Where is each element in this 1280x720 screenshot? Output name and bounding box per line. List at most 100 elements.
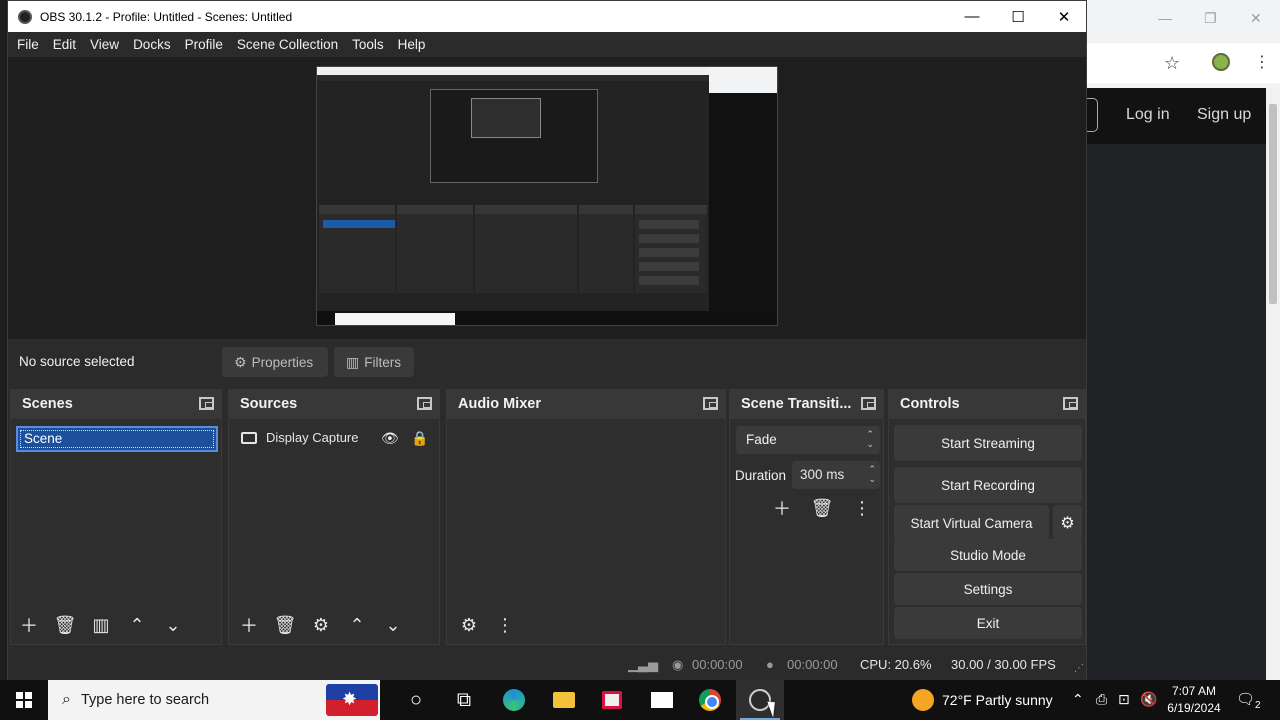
controls-dock-header[interactable]: Controls [889,389,1085,419]
advanced-audio-gear-icon[interactable]: ⚙ [451,610,487,640]
file-explorer-app[interactable] [540,680,588,720]
fps-readout: 30.00 / 30.00 FPS [951,657,1056,672]
scene-transitions-dock: Scene Transiti... Fade ⌃ ⌄ Duration 300 m… [729,389,884,645]
login-link[interactable]: Log in [1126,106,1170,124]
title-bar[interactable]: OBS 30.1.2 - Profile: Untitled - Scenes:… [8,1,1086,32]
menu-profile[interactable]: Profile [178,37,230,52]
source-item-display-capture[interactable]: Display Capture [241,430,359,445]
browser-menu-icon[interactable]: ⋮ [1254,52,1270,72]
add-transition-icon[interactable]: ＋ [764,493,800,523]
browser-close-icon[interactable]: ✕ [1250,10,1262,27]
move-down-icon[interactable]: ⌄ [375,610,411,640]
cortana-icon[interactable]: ○ [392,680,440,720]
add-scene-icon[interactable]: ＋ [11,610,47,640]
scenes-dock-header[interactable]: Scenes [11,389,221,419]
menu-file[interactable]: File [10,37,46,52]
extension-icon[interactable] [1212,53,1230,71]
controls-title: Controls [900,396,960,412]
record-status-icon: ● [766,657,774,672]
menu-docks[interactable]: Docks [126,37,178,52]
browser-scrollbar-thumb[interactable] [1269,104,1277,304]
network-icon[interactable]: ⊡ [1118,691,1130,708]
transitions-title: Scene Transiti... [741,396,852,412]
undock-icon[interactable] [199,397,214,410]
transitions-dock-header[interactable]: Scene Transiti... [730,389,883,419]
signup-link[interactable]: Sign up [1197,106,1251,124]
undock-icon[interactable] [1063,397,1078,410]
close-button[interactable]: ✕ [1041,1,1087,32]
preview-canvas[interactable] [316,66,778,326]
undock-icon[interactable] [417,397,432,410]
taskbar-clock[interactable]: 7:07 AM 6/19/2024 [1160,683,1228,717]
virtual-camera-gear-icon[interactable]: ⚙ [1053,505,1082,541]
scene-list-item[interactable]: Scene [16,426,218,452]
move-up-icon[interactable]: ⌃ [339,610,375,640]
remove-transition-icon[interactable]: 🗑 [804,493,840,523]
mail-icon [651,692,673,708]
properties-button[interactable]: ⚙ Properties [222,347,328,377]
search-highlight-image[interactable] [326,684,378,716]
chrome-app[interactable] [686,680,734,720]
weather-text: 72°F Partly sunny [942,692,1053,708]
undock-icon[interactable] [703,397,718,410]
store-app[interactable] [588,680,636,720]
spin-arrows-icon[interactable]: ⌃ ⌄ [868,464,876,484]
remove-source-icon[interactable]: 🗑 [267,610,303,640]
notification-center-icon[interactable]: 🗨2 [1236,690,1261,711]
settings-button[interactable]: Settings [894,573,1082,605]
move-down-icon[interactable]: ⌄ [155,610,191,640]
no-source-label: No source selected [19,354,135,369]
transition-menu-icon[interactable]: ⋮ [844,493,880,523]
source-properties-gear-icon[interactable]: ⚙ [303,610,339,640]
edge-app[interactable] [490,680,538,720]
resize-grip-icon[interactable]: ⋰ [1074,663,1084,674]
partly-sunny-icon [912,689,934,711]
start-recording-button[interactable]: Start Recording [894,467,1082,503]
browser-restore-icon[interactable]: ❐ [1204,10,1217,27]
site-search-edge[interactable] [1086,98,1098,132]
volume-muted-icon[interactable]: 🔇 [1140,691,1157,708]
transition-select[interactable]: Fade ⌃ ⌄ [736,426,880,454]
exit-button[interactable]: Exit [894,607,1082,639]
menu-edit[interactable]: Edit [46,37,83,52]
remove-scene-icon[interactable]: 🗑 [47,610,83,640]
obs-icon [749,689,771,711]
filters-button[interactable]: ▥ Filters [334,347,414,377]
start-virtual-camera-button[interactable]: Start Virtual Camera [894,505,1049,541]
menu-help[interactable]: Help [391,37,433,52]
scene-filters-icon[interactable]: ▥ [83,610,119,640]
start-streaming-button[interactable]: Start Streaming [894,425,1082,461]
weather-widget[interactable]: 72°F Partly sunny [912,680,1053,720]
task-view-icon[interactable]: ⧉ [440,680,488,720]
taskbar-search-box[interactable]: ⌕ Type here to search [48,680,380,720]
bookmark-star-icon[interactable]: ☆ [1164,53,1180,74]
browser-minimize-icon[interactable]: — [1158,10,1172,26]
move-up-icon[interactable]: ⌃ [119,610,155,640]
preview-controls-dock [635,205,707,293]
mail-app[interactable] [638,680,686,720]
scenes-dock: Scenes Scene ＋ 🗑 ▥ ⌃ ⌄ [10,389,222,645]
minimize-button[interactable]: — [949,1,995,32]
store-icon [602,691,622,709]
preview-area[interactable] [8,57,1086,339]
audio-mixer-dock-header[interactable]: Audio Mixer [447,389,725,419]
maximize-button[interactable]: ☐ [995,1,1041,32]
visibility-eye-icon[interactable]: 👁 [381,430,399,447]
meet-now-icon[interactable]: ⎙ [1096,691,1107,708]
transitions-toolbar: ＋ 🗑 ⋮ [764,493,880,523]
start-button[interactable] [0,680,48,720]
duration-spinbox[interactable]: 300 ms ⌃ ⌄ [792,461,880,489]
show-hidden-icons-chevron-icon[interactable]: ⌃ [1072,691,1084,708]
sources-dock-header[interactable]: Sources [229,389,439,419]
menu-tools[interactable]: Tools [345,37,391,52]
lock-icon[interactable]: 🔒 [411,430,428,447]
preview-scenes-dock [319,205,395,293]
undock-icon[interactable] [861,397,876,410]
menu-view[interactable]: View [83,37,126,52]
audio-menu-icon[interactable]: ⋮ [487,610,523,640]
add-source-icon[interactable]: ＋ [231,610,267,640]
controls-dock: Controls Start Streaming Start Recording… [888,389,1086,645]
studio-mode-button[interactable]: Studio Mode [894,539,1082,571]
menu-scene-collection[interactable]: Scene Collection [230,37,345,52]
browser-address-bar[interactable] [1086,43,1280,83]
